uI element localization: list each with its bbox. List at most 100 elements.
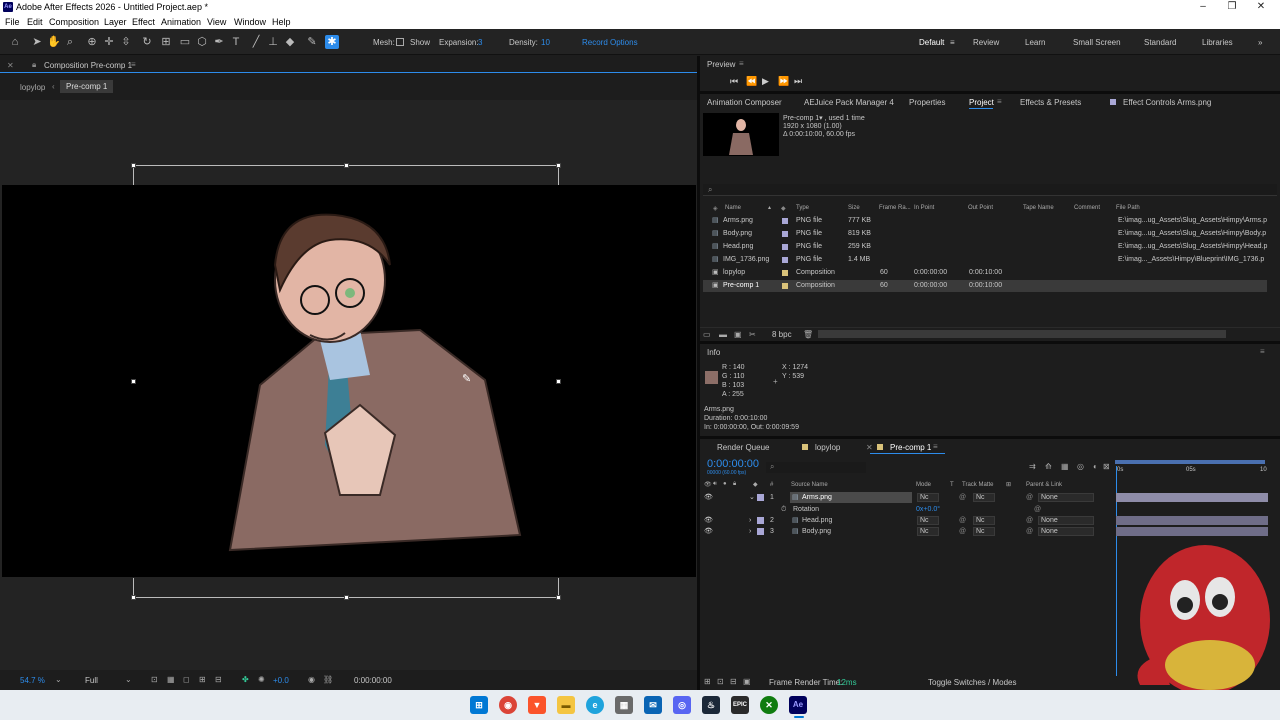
next-frame-icon[interactable]: ⏩ <box>778 76 789 87</box>
menu-edit[interactable]: Edit <box>27 17 43 27</box>
col-out-point[interactable]: Out Point <box>968 205 993 211</box>
col-in-point[interactable]: In Point <box>914 205 934 211</box>
hand-tool-icon[interactable]: ✋ <box>47 35 61 49</box>
parent-pickwhip-icon[interactable]: @ <box>1026 526 1033 537</box>
transform-handle[interactable] <box>131 379 136 384</box>
sort-up-icon[interactable]: ▴ <box>768 204 771 211</box>
close-button[interactable]: ✕ <box>1251 1 1271 12</box>
workspace-learn[interactable]: Learn <box>1025 38 1045 47</box>
mail-icon[interactable]: ✉ <box>644 696 662 714</box>
timeline-search-input[interactable]: ⌕ <box>766 462 866 473</box>
character-illustration[interactable] <box>220 205 530 565</box>
layer-row[interactable]: 👁︎ › 3 ▤ Body.png Nc @ Nc @ None <box>700 526 1112 537</box>
col-source-name[interactable]: Source Name <box>791 482 828 488</box>
transform-handle[interactable] <box>556 163 561 168</box>
steam-icon[interactable]: ♨ <box>702 696 720 714</box>
motion-blur-icon[interactable]: ◐ <box>1093 462 1098 471</box>
label-swatch[interactable] <box>782 218 788 224</box>
menu-composition[interactable]: Composition <box>49 17 99 27</box>
tab-lopylop[interactable]: lopylop <box>815 443 840 452</box>
epic-games-icon[interactable]: EPIC <box>731 696 749 714</box>
zoom-level[interactable]: 54.7 % <box>20 676 45 685</box>
expand-chevron-right-icon[interactable]: › <box>749 515 751 526</box>
col-comment[interactable]: Comment <box>1074 205 1100 211</box>
eye-icon[interactable]: 👁︎ <box>704 515 713 526</box>
zoom-tool-icon[interactable]: ⌕ <box>63 35 77 49</box>
col-frame-rate[interactable]: Frame Ra... <box>879 205 911 211</box>
label-swatch[interactable] <box>757 517 764 524</box>
exposure-value[interactable]: +0.0 <box>273 676 289 685</box>
tab-render-queue[interactable]: Render Queue <box>717 443 769 452</box>
panel-menu-icon[interactable]: ≡ <box>997 97 1002 106</box>
brave-icon[interactable]: ▼ <box>528 696 546 714</box>
color-channels-icon[interactable]: ✤ <box>242 675 249 684</box>
time-ruler[interactable]: 0s 05s 10 <box>1113 460 1268 480</box>
orbit-camera-icon[interactable]: ⊕ <box>85 35 99 49</box>
panel-menu-icon[interactable]: ≡ <box>131 60 136 69</box>
project-scrollbar[interactable] <box>818 330 1226 338</box>
puppet-pin-icon[interactable]: ✱ <box>325 35 339 49</box>
minimize-button[interactable]: – <box>1193 1 1213 12</box>
parent-pickwhip-icon[interactable]: @ <box>1026 492 1033 503</box>
tab-pre-comp-1[interactable]: Pre-comp 1 <box>890 443 931 452</box>
composition-mini-flowchart-icon[interactable]: ⇉ <box>1029 462 1036 471</box>
chevron-right-icon[interactable]: » <box>1258 38 1262 47</box>
panel-menu-icon[interactable]: ≡ <box>1260 347 1265 356</box>
shy-layers-icon[interactable]: ▦ <box>1061 462 1069 471</box>
panel-menu-icon[interactable]: ≡ <box>933 442 938 451</box>
tab-aejuice[interactable]: AEJuice Pack Manager 4 <box>804 98 894 107</box>
region-of-interest-icon[interactable]: ⊡ <box>151 675 158 684</box>
interpret-footage-icon[interactable]: ▭ <box>703 330 711 339</box>
first-frame-icon[interactable]: ⏮ <box>730 76 738 87</box>
menu-layer[interactable]: Layer <box>104 17 127 27</box>
zoom-dropdown-icon[interactable]: ⌄ <box>55 675 62 684</box>
after-effects-icon[interactable]: Ae <box>789 696 807 714</box>
expand-chevron-right-icon[interactable]: › <box>749 526 751 537</box>
menu-view[interactable]: View <box>207 17 226 27</box>
comp-panel-title[interactable]: Composition Pre-comp 1 <box>44 61 132 70</box>
layer-name[interactable]: Head.png <box>802 515 832 526</box>
label-swatch[interactable] <box>782 270 788 276</box>
new-composition-icon[interactable]: ▣ <box>734 330 742 339</box>
label-swatch[interactable] <box>782 283 788 289</box>
close-tab-icon[interactable]: ✕ <box>7 61 14 70</box>
project-row-selected[interactable]: ▣ Pre-comp 1 Composition 60 0:00:00:00 0… <box>703 280 1267 292</box>
project-row[interactable]: ▤ Body.png PNG file 819 KB E:\imag...ug_… <box>703 228 1277 240</box>
resolution-dropdown-icon[interactable]: ⌄ <box>125 675 132 684</box>
home-icon[interactable]: ⌂ <box>8 35 22 49</box>
mask-visibility-icon[interactable]: ◻ <box>183 675 190 684</box>
chrome-icon[interactable]: ◉ <box>499 696 517 714</box>
work-area-bar[interactable] <box>1115 460 1265 464</box>
transform-handle[interactable] <box>131 163 136 168</box>
tab-properties[interactable]: Properties <box>909 98 945 107</box>
last-frame-icon[interactable]: ⏭ <box>794 76 802 87</box>
safe-zones-icon[interactable]: ⊟ <box>215 675 222 684</box>
track-matte-pickwhip-icon[interactable]: @ <box>959 492 966 503</box>
transparency-grid-icon[interactable]: ▦ <box>167 675 175 684</box>
bit-depth[interactable]: 8 bpc <box>772 330 792 339</box>
roto-brush-icon[interactable]: ✎ <box>305 35 319 49</box>
label-swatch[interactable] <box>757 494 764 501</box>
breadcrumb-lopylop[interactable]: lopylop <box>20 83 45 92</box>
microsoft-store-icon[interactable]: ▦ <box>615 696 633 714</box>
expand-chevron-down-icon[interactable]: ⌄ <box>749 492 755 503</box>
workspace-standard[interactable]: Standard <box>1144 38 1176 47</box>
project-row[interactable]: ▤ Head.png PNG file 259 KB E:\imag...ug_… <box>703 241 1277 253</box>
panel-divider[interactable] <box>697 56 700 690</box>
label-swatch[interactable] <box>782 257 788 263</box>
eraser-tool-icon[interactable]: ◆ <box>283 35 297 49</box>
brush-tool-icon[interactable]: ╱ <box>249 35 263 49</box>
menu-help[interactable]: Help <box>272 17 291 27</box>
type-tool-icon[interactable]: T <box>229 35 243 49</box>
project-search-input[interactable]: ⌕ <box>703 184 1277 196</box>
tab-effect-controls[interactable]: Effect Controls Arms.png <box>1123 98 1211 107</box>
parent-select[interactable]: None <box>1038 527 1094 536</box>
tab-animation-composer[interactable]: Animation Composer <box>707 98 782 107</box>
lock-icon[interactable]: 🔒︎ <box>32 60 36 70</box>
new-folder-icon[interactable]: ▬ <box>719 330 727 339</box>
track-matte-select[interactable]: Nc <box>973 516 995 525</box>
col-type[interactable]: Type <box>796 205 809 211</box>
parent-pickwhip-icon[interactable]: @ <box>1026 515 1033 526</box>
reset-exposure-icon[interactable]: ✺ <box>258 675 265 684</box>
transform-handle[interactable] <box>344 163 349 168</box>
